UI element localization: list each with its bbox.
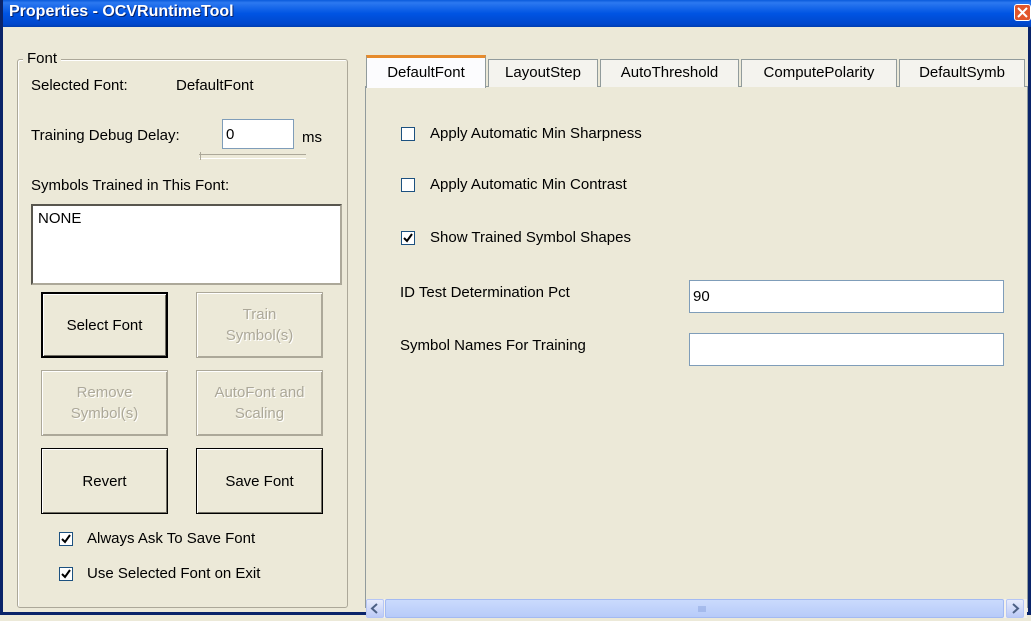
- check-icon: [61, 569, 71, 579]
- remove-symbols-label: Remove Symbol(s): [70, 384, 139, 422]
- show-shapes-label[interactable]: Show Trained Symbol Shapes: [430, 229, 631, 246]
- autofont-scaling-button[interactable]: AutoFont and Scaling: [196, 370, 323, 436]
- close-button[interactable]: [1014, 4, 1031, 21]
- scroll-right-button[interactable]: [1006, 599, 1024, 618]
- tab-defaultsymb[interactable]: DefaultSymb: [899, 59, 1025, 87]
- auto-sharpness-label[interactable]: Apply Automatic Min Sharpness: [430, 125, 642, 142]
- id-test-label: ID Test Determination Pct: [400, 284, 570, 301]
- check-icon: [61, 534, 71, 544]
- scroll-right-icon: [1012, 603, 1020, 614]
- symbols-trained-label: Symbols Trained in This Font:: [31, 177, 230, 194]
- select-font-button[interactable]: Select Font: [41, 292, 168, 358]
- use-selected-label[interactable]: Use Selected Font on Exit: [87, 565, 260, 582]
- symbol-names-label: Symbol Names For Training: [400, 337, 586, 354]
- scroll-thumb[interactable]: [385, 599, 1004, 618]
- save-font-button[interactable]: Save Font: [196, 448, 323, 514]
- selected-font-label: Selected Font:: [31, 77, 128, 94]
- tab-computepolarity[interactable]: ComputePolarity: [741, 59, 897, 87]
- close-icon: [1017, 7, 1028, 18]
- title-bar[interactable]: Properties - OCVRuntimeTool: [3, 0, 1031, 27]
- debug-delay-input[interactable]: [222, 119, 294, 149]
- autofont-scaling-label: AutoFont and Scaling: [214, 384, 305, 422]
- debug-delay-slider-thumb[interactable]: [200, 152, 201, 160]
- select-font-label: Select Font: [66, 316, 143, 334]
- always-ask-checkbox[interactable]: [59, 532, 73, 546]
- tab-defaultsymb-label: DefaultSymb: [919, 64, 1005, 81]
- scroll-left-icon: [370, 603, 378, 614]
- font-group-legend: Font: [23, 50, 62, 67]
- window-title: Properties - OCVRuntimeTool: [9, 3, 234, 20]
- properties-window: Properties - OCVRuntimeTool Font Selecte…: [0, 0, 1031, 618]
- check-icon: [403, 233, 413, 243]
- selected-font-value: DefaultFont: [176, 77, 254, 94]
- revert-button[interactable]: Revert: [41, 448, 168, 514]
- train-symbols-button[interactable]: Train Symbol(s): [196, 292, 323, 358]
- tab-autothreshold[interactable]: AutoThreshold: [600, 59, 739, 87]
- scroll-grip-icon: [698, 606, 706, 612]
- tab-layoutstep[interactable]: LayoutStep: [488, 59, 598, 87]
- id-test-input[interactable]: [689, 280, 1004, 313]
- symbol-names-input[interactable]: [689, 333, 1004, 366]
- tab-defaultfont-label: DefaultFont: [387, 64, 465, 81]
- auto-contrast-label[interactable]: Apply Automatic Min Contrast: [430, 176, 627, 193]
- show-shapes-checkbox[interactable]: [401, 231, 415, 245]
- revert-label: Revert: [82, 472, 127, 490]
- symbols-trained-list[interactable]: NONE: [31, 204, 342, 285]
- debug-delay-slider-track[interactable]: [199, 154, 306, 159]
- auto-contrast-checkbox[interactable]: [401, 178, 415, 192]
- remove-symbols-button[interactable]: Remove Symbol(s): [41, 370, 168, 436]
- train-symbols-label: Train Symbol(s): [225, 306, 294, 344]
- use-selected-checkbox[interactable]: [59, 567, 73, 581]
- always-ask-label[interactable]: Always Ask To Save Font: [87, 530, 255, 547]
- symbols-trained-value: NONE: [38, 210, 82, 227]
- scroll-left-button[interactable]: [366, 599, 384, 618]
- debug-delay-unit: ms: [302, 129, 322, 146]
- horizontal-scrollbar[interactable]: [366, 599, 1027, 618]
- tab-defaultfont[interactable]: DefaultFont: [366, 55, 486, 88]
- tab-autothreshold-label: AutoThreshold: [620, 64, 719, 81]
- debug-delay-label: Training Debug Delay:: [31, 127, 180, 144]
- tab-computepolarity-label: ComputePolarity: [763, 64, 875, 81]
- save-font-label: Save Font: [225, 472, 294, 490]
- auto-sharpness-checkbox[interactable]: [401, 127, 415, 141]
- tab-layoutstep-label: LayoutStep: [505, 64, 581, 81]
